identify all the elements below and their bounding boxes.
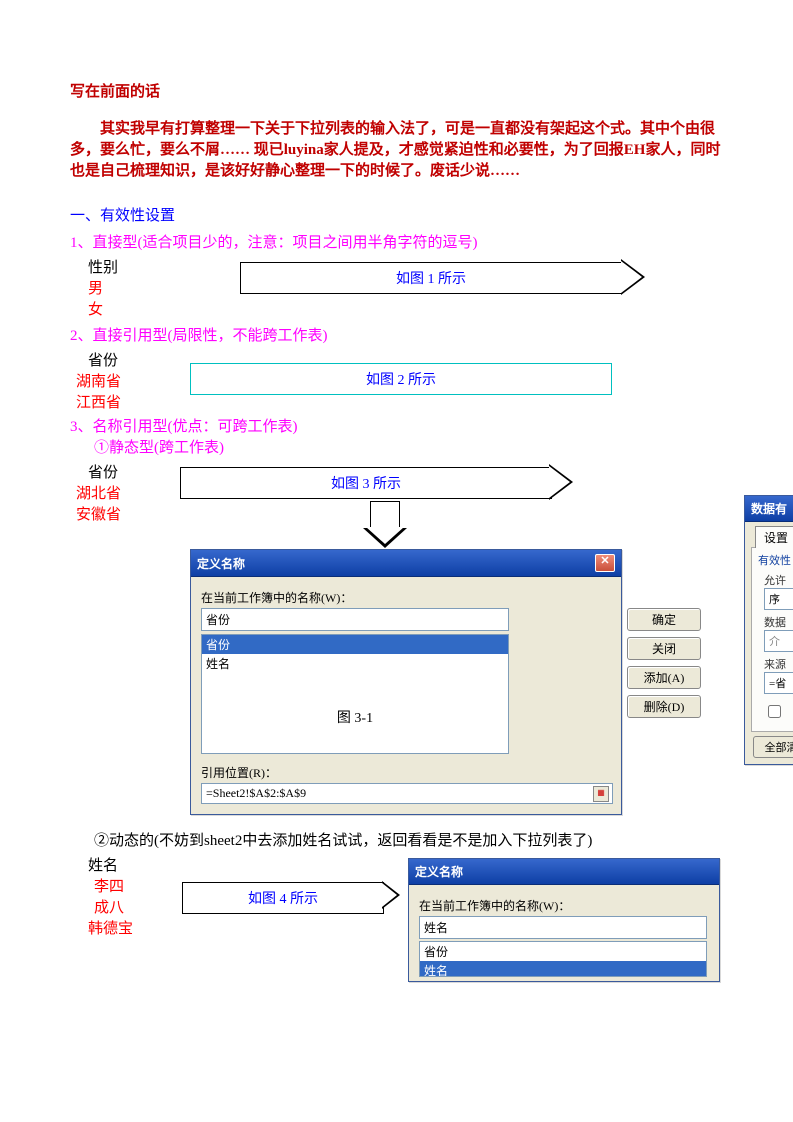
tab-settings[interactable]: 设置 [755, 526, 793, 548]
dialog2-list-label: 在当前工作簿中的名称(W)： [419, 897, 709, 914]
preface-body: 其实我早有打算整理一下关于下拉列表的输入法了，可是一直都没有架起这个式。其中个由… [70, 119, 723, 182]
item3-label: 3、名称引用型(优点：可跨工作表) [70, 415, 723, 436]
arrow4-head [382, 881, 400, 909]
partial-checkbox[interactable] [768, 705, 781, 718]
dialog2-listbox[interactable]: 省份 姓名 [419, 941, 707, 977]
data-label: 数据 [764, 614, 793, 630]
dialog2-body: 在当前工作簿中的名称(W)： 姓名 省份 姓名 [409, 885, 719, 981]
arrow1-head [621, 259, 645, 295]
close-icon[interactable]: ✕ [595, 554, 615, 572]
allow-label: 允许 [764, 572, 793, 588]
dialog1-ref-label: 引用位置(R)： [201, 764, 613, 781]
arrow-box-4: 如图 4 所示 [182, 882, 384, 914]
dialog1-name-input[interactable]: 省份 [201, 608, 509, 631]
dialog1-listbox[interactable]: 省份 姓名 图 3-1 [201, 634, 509, 754]
ok-button[interactable]: 确定 [627, 608, 701, 631]
arrow4-text: 如图 4 所示 [248, 892, 318, 907]
dialog1-title: 定义名称 [197, 555, 245, 572]
arrow-box-1: 如图 1 所示 [240, 262, 622, 294]
dialog1-titlebar: 定义名称 ✕ [191, 550, 621, 577]
define-name-dialog-2: 定义名称 在当前工作簿中的名称(W)： 姓名 省份 姓名 [408, 858, 720, 982]
arrow3-head [549, 464, 573, 500]
down-arrow [370, 501, 400, 529]
list-item[interactable]: 省份 [202, 635, 508, 654]
list-item[interactable]: 省份 [420, 942, 706, 961]
partial-titlebar: 数据有 [745, 496, 793, 522]
dialog1-ref-input[interactable]: =Sheet2!$A$2:$A$9 ▦ [201, 783, 613, 804]
dialog2-title: 定义名称 [415, 863, 463, 880]
allow-value: 序 [769, 594, 780, 606]
partial-title: 数据有 [751, 500, 787, 517]
define-name-dialog-1: 定义名称 ✕ 在当前工作簿中的名称(W)： 省份 省份 姓名 图 3-1 引用位… [190, 549, 622, 815]
clear-all-button[interactable]: 全部清 [753, 736, 793, 758]
partial-line1: 有效性 [758, 552, 793, 568]
list-item[interactable]: 姓名 [420, 961, 706, 977]
source-value: =省 [769, 678, 786, 690]
data-input[interactable]: 介 [764, 630, 793, 652]
range-picker-icon[interactable]: ▦ [593, 786, 609, 802]
item3-sub1: ①静态型(跨工作表) [94, 436, 723, 457]
arrow3-text: 如图 3 所示 [331, 477, 401, 492]
item3-sub2: ②动态的(不妨到sheet2中去添加姓名试试，返回看看是不是加入下拉列表了) [94, 829, 723, 850]
add-button[interactable]: 添加(A) [627, 666, 701, 689]
dialog1-body: 在当前工作簿中的名称(W)： 省份 省份 姓名 图 3-1 引用位置(R)： =… [191, 577, 621, 814]
item1-label: 1、直接型(适合项目少的，注意：项目之间用半角字符的逗号) [70, 231, 723, 252]
dialog2-titlebar: 定义名称 [409, 859, 719, 885]
source-input[interactable]: =省 [764, 672, 793, 694]
arrow-box-2: 如图 2 所示 [190, 363, 612, 395]
data-value: 介 [769, 636, 780, 648]
source-label: 来源 [764, 656, 793, 672]
dialog2-input-value: 姓名 [424, 921, 448, 935]
dialog2-name-input[interactable]: 姓名 [419, 916, 707, 939]
dialog1-buttons: 确定 关闭 添加(A) 删除(D) [627, 608, 701, 718]
preface-title: 写在前面的话 [70, 80, 723, 101]
dialog1-list-label-text: 在当前工作簿中的名称(W)： [201, 591, 352, 605]
dialog1-list-label: 在当前工作簿中的名称(W)： [201, 589, 611, 606]
close-button[interactable]: 关闭 [627, 637, 701, 660]
document-page: 写在前面的话 其实我早有打算整理一下关于下拉列表的输入法了，可是一直都没有架起这… [0, 0, 793, 1004]
data-validation-dialog-partial: 数据有 设置 有效性 允许 序 数据 介 来源 =省 全部清 [744, 495, 793, 765]
arrow-box-3: 如图 3 所示 [180, 467, 552, 499]
dialog1-ref-value: =Sheet2!$A$2:$A$9 [206, 786, 306, 800]
item1-opt2: 女 [88, 298, 723, 319]
fig-caption: 图 3-1 [202, 707, 508, 727]
section1-heading: 一、有效性设置 [70, 204, 723, 225]
dialog1-input-value: 省份 [206, 613, 230, 627]
delete-button[interactable]: 删除(D) [627, 695, 701, 718]
allow-input[interactable]: 序 [764, 588, 793, 610]
item2-label: 2、直接引用型(局限性，不能跨工作表) [70, 324, 723, 345]
arrow1-text: 如图 1 所示 [396, 272, 466, 287]
list-item[interactable]: 姓名 [202, 654, 508, 673]
arrow2-text: 如图 2 所示 [366, 373, 436, 388]
